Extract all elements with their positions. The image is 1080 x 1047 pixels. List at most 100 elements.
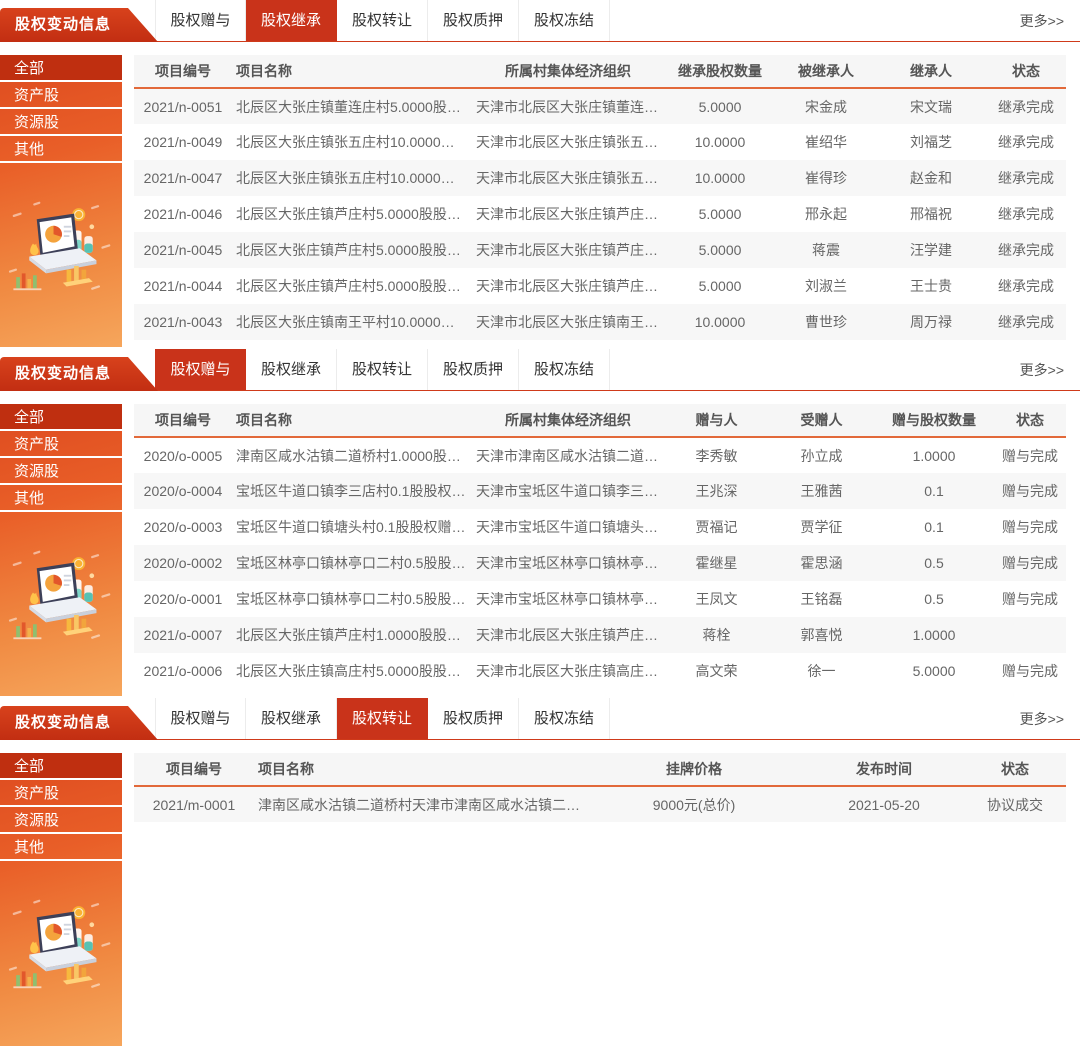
column-header-decedent: 被继承人 — [776, 55, 876, 88]
table-cell: 赠与完成 — [994, 437, 1066, 473]
tab-equity-inheritance[interactable]: 股权继承 — [246, 349, 337, 390]
table-row[interactable]: 2021/n-0047北辰区大张庄镇张五庄村10.0000股股权继...天津市北… — [134, 160, 1066, 196]
more-link[interactable]: 更多>> — [1020, 698, 1080, 739]
tab-equity-freeze[interactable]: 股权冻结 — [519, 0, 610, 41]
tab-equity-transfer[interactable]: 股权转让 — [337, 349, 428, 390]
table-cell: 王兆深 — [664, 473, 769, 509]
sidebar-item-all[interactable]: 全部 — [0, 404, 122, 431]
table-cell: 天津市北辰区大张庄镇高庄村股份... — [472, 653, 664, 689]
sidebar-item-resource-shares[interactable]: 资源股 — [0, 807, 122, 834]
tab-equity-inheritance[interactable]: 股权继承 — [246, 0, 337, 41]
sidebar-item-resource-shares[interactable]: 资源股 — [0, 109, 122, 136]
sidebar-item-other[interactable]: 其他 — [0, 485, 122, 512]
tab-equity-freeze[interactable]: 股权冻结 — [519, 349, 610, 390]
sidebar-item-other[interactable]: 其他 — [0, 834, 122, 861]
table-cell: 蒋栓 — [664, 617, 769, 653]
laptop-analytics-illustration — [5, 893, 117, 1005]
table-cell: 继承完成 — [986, 124, 1066, 160]
table-body: 2021/n-0051北辰区大张庄镇董连庄村5.0000股股权继...天津市北辰… — [134, 88, 1066, 340]
table-cell: 2020/o-0004 — [134, 473, 232, 509]
table-cell: 2021/n-0051 — [134, 88, 232, 124]
table-cell: 2020/o-0001 — [134, 581, 232, 617]
column-header-status: 状态 — [964, 753, 1066, 786]
table-cell: 刘淑兰 — [776, 268, 876, 304]
table-row[interactable]: 2021/o-0006北辰区大张庄镇高庄村5.0000股股权赠与...天津市北辰… — [134, 653, 1066, 689]
tab-bar: 股权赠与 股权继承 股权转让 股权质押 股权冻结 — [155, 698, 610, 739]
sidebar-item-all[interactable]: 全部 — [0, 55, 122, 82]
tab-equity-transfer[interactable]: 股权转让 — [337, 0, 428, 41]
table-row[interactable]: 2020/o-0001宝坻区林亭口镇林亭口二村0.5股股权赠与...天津市宝坻区… — [134, 581, 1066, 617]
column-header-gift-quantity: 赠与股权数量 — [874, 404, 994, 437]
section-transfer: 股权变动信息 股权赠与 股权继承 股权转让 股权质押 股权冻结 更多>> 全部 … — [0, 698, 1080, 1046]
table-row[interactable]: 2021/n-0046北辰区大张庄镇芦庄村5.0000股股权继承...天津市北辰… — [134, 196, 1066, 232]
tab-equity-inheritance[interactable]: 股权继承 — [246, 698, 337, 739]
table-panel: 项目编号 项目名称 所属村集体经济组织 继承股权数量 被继承人 继承人 状态 2… — [122, 55, 1080, 347]
table-cell: 王铭磊 — [769, 581, 874, 617]
tab-equity-pledge[interactable]: 股权质押 — [428, 349, 519, 390]
table-cell: 徐一 — [769, 653, 874, 689]
table-row[interactable]: 2020/o-0002宝坻区林亭口镇林亭口二村0.5股股权赠与...天津市宝坻区… — [134, 545, 1066, 581]
tab-equity-pledge[interactable]: 股权质押 — [428, 0, 519, 41]
table-cell: 郭喜悦 — [769, 617, 874, 653]
table-row[interactable]: 2021/n-0044北辰区大张庄镇芦庄村5.0000股股权继承...天津市北辰… — [134, 268, 1066, 304]
laptop-analytics-illustration — [5, 544, 117, 656]
table-cell: 2020/o-0003 — [134, 509, 232, 545]
tab-equity-gift[interactable]: 股权赠与 — [155, 349, 246, 390]
table-row[interactable]: 2021/n-0049北辰区大张庄镇张五庄村10.0000股股权继...天津市北… — [134, 124, 1066, 160]
tab-equity-gift[interactable]: 股权赠与 — [155, 698, 246, 739]
table-cell: 1.0000 — [874, 437, 994, 473]
table-row[interactable]: 2021/m-0001津南区咸水沽镇二道桥村天津市津南区咸水沽镇二道桥村股份经.… — [134, 786, 1066, 822]
table-cell: 宝坻区牛道口镇塘头村0.1股股权赠与项目 — [232, 509, 472, 545]
table-cell: 2020/o-0002 — [134, 545, 232, 581]
table-cell: 霍继星 — [664, 545, 769, 581]
table-cell: 赠与完成 — [994, 509, 1066, 545]
table-cell: 5.0000 — [664, 88, 776, 124]
table-cell: 赠与完成 — [994, 545, 1066, 581]
sidebar-item-asset-shares[interactable]: 资产股 — [0, 82, 122, 109]
table-row[interactable]: 2021/n-0051北辰区大张庄镇董连庄村5.0000股股权继...天津市北辰… — [134, 88, 1066, 124]
table-header-row: 项目编号 项目名称 所属村集体经济组织 赠与人 受赠人 赠与股权数量 状态 — [134, 404, 1066, 437]
table-row[interactable]: 2021/n-0045北辰区大张庄镇芦庄村5.0000股股权继承...天津市北辰… — [134, 232, 1066, 268]
column-header-project-id: 项目编号 — [134, 753, 254, 786]
column-header-project-name: 项目名称 — [232, 55, 472, 88]
table-header-row: 项目编号 项目名称 挂牌价格 发布时间 状态 — [134, 753, 1066, 786]
tab-equity-pledge[interactable]: 股权质押 — [428, 698, 519, 739]
table-cell: 5.0000 — [664, 268, 776, 304]
transfer-table: 项目编号 项目名称 挂牌价格 发布时间 状态 2021/m-0001津南区咸水沽… — [134, 753, 1066, 822]
section-inheritance: 股权变动信息 股权赠与 股权继承 股权转让 股权质押 股权冻结 更多>> 全部 … — [0, 0, 1080, 347]
table-cell: 北辰区大张庄镇高庄村5.0000股股权赠与... — [232, 653, 472, 689]
table-row[interactable]: 2020/o-0003宝坻区牛道口镇塘头村0.1股股权赠与项目天津市宝坻区牛道口… — [134, 509, 1066, 545]
table-cell: 0.1 — [874, 473, 994, 509]
table-cell: 2021/m-0001 — [134, 786, 254, 822]
table-row[interactable]: 2021/n-0043北辰区大张庄镇南王平村10.0000股股权继...天津市北… — [134, 304, 1066, 340]
table-cell: 协议成交 — [964, 786, 1066, 822]
column-header-heir: 继承人 — [876, 55, 986, 88]
table-cell: 2021-05-20 — [804, 786, 964, 822]
sidebar-item-other[interactable]: 其他 — [0, 136, 122, 163]
section-title-banner: 股权变动信息 — [0, 357, 158, 391]
tab-equity-gift[interactable]: 股权赠与 — [155, 0, 246, 41]
table-cell: 继承完成 — [986, 88, 1066, 124]
tab-equity-freeze[interactable]: 股权冻结 — [519, 698, 610, 739]
table-cell: 继承完成 — [986, 304, 1066, 340]
category-sidebar: 全部 资产股 资源股 其他 — [0, 55, 122, 347]
table-cell: 李秀敏 — [664, 437, 769, 473]
table-cell: 2021/o-0006 — [134, 653, 232, 689]
sidebar-item-resource-shares[interactable]: 资源股 — [0, 458, 122, 485]
table-cell: 天津市津南区咸水沽镇二道桥村股... — [472, 437, 664, 473]
table-cell: 津南区咸水沽镇二道桥村天津市津南区咸水沽镇二道桥村股份经... — [254, 786, 584, 822]
section-title: 股权变动信息 — [0, 357, 158, 391]
table-cell: 1.0000 — [874, 617, 994, 653]
gift-table: 项目编号 项目名称 所属村集体经济组织 赠与人 受赠人 赠与股权数量 状态 20… — [134, 404, 1066, 689]
table-row[interactable]: 2020/o-0005津南区咸水沽镇二道桥村1.0000股股权赠...天津市津南… — [134, 437, 1066, 473]
table-row[interactable]: 2020/o-0004宝坻区牛道口镇李三店村0.1股股权赠与项目天津市宝坻区牛道… — [134, 473, 1066, 509]
more-link[interactable]: 更多>> — [1020, 349, 1080, 390]
sidebar-item-asset-shares[interactable]: 资产股 — [0, 431, 122, 458]
more-link[interactable]: 更多>> — [1020, 0, 1080, 41]
sidebar-item-all[interactable]: 全部 — [0, 753, 122, 780]
column-header-project-id: 项目编号 — [134, 55, 232, 88]
tab-equity-transfer[interactable]: 股权转让 — [337, 698, 428, 739]
table-row[interactable]: 2021/o-0007北辰区大张庄镇芦庄村1.0000股股权赠与...天津市北辰… — [134, 617, 1066, 653]
inheritance-table: 项目编号 项目名称 所属村集体经济组织 继承股权数量 被继承人 继承人 状态 2… — [134, 55, 1066, 340]
sidebar-item-asset-shares[interactable]: 资产股 — [0, 780, 122, 807]
